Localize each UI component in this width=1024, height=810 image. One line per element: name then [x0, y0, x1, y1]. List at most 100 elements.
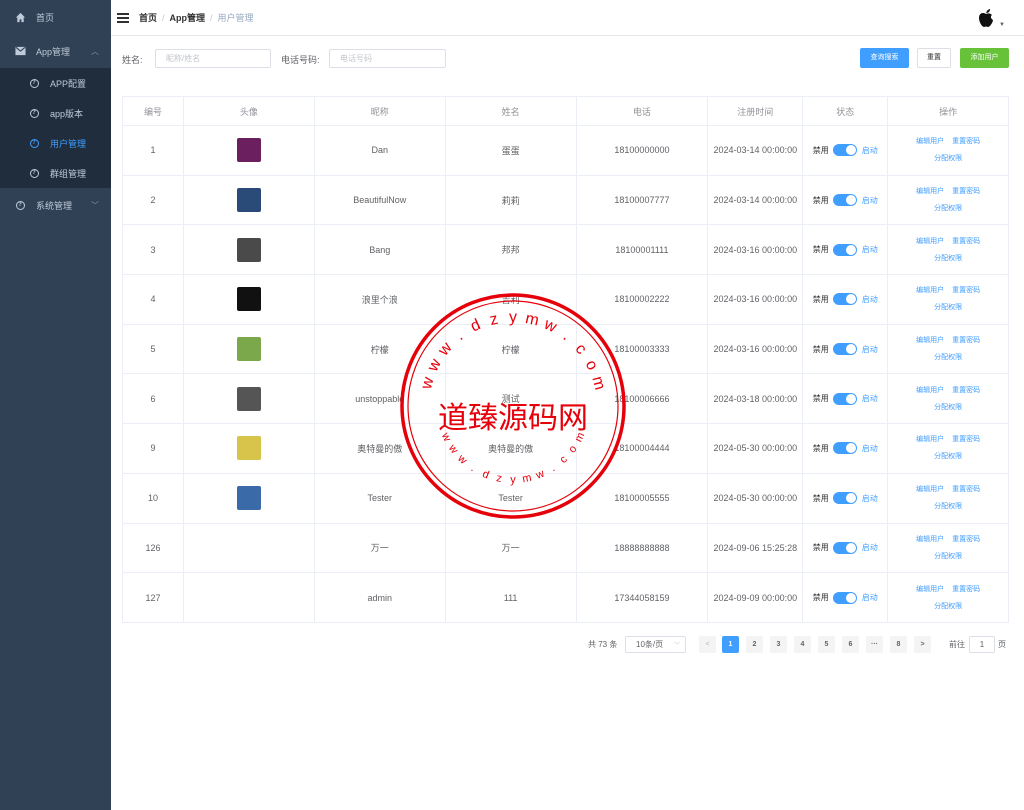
- edit-user-link[interactable]: 编辑用户: [916, 387, 944, 394]
- assign-permission-link[interactable]: 分配权限: [934, 200, 962, 217]
- name-search-input[interactable]: 昵称/姓名: [155, 49, 271, 68]
- row-actions: 编辑用户 重置密码分配权限: [912, 332, 984, 366]
- status-off-label[interactable]: 禁用: [813, 393, 829, 404]
- sidebar-item-app-version[interactable]: ? app版本: [0, 98, 111, 128]
- edit-user-link[interactable]: 编辑用户: [916, 586, 944, 593]
- page-button-6[interactable]: 6: [842, 636, 859, 653]
- cell-avatar: [183, 275, 315, 325]
- assign-permission-link[interactable]: 分配权限: [934, 349, 962, 366]
- status-off-label[interactable]: 禁用: [813, 493, 829, 504]
- status-off-label[interactable]: 禁用: [813, 244, 829, 255]
- phone-search-input[interactable]: 电话号码: [329, 49, 446, 68]
- breadcrumb-home[interactable]: 首页: [139, 11, 157, 24]
- assign-permission-link[interactable]: 分配权限: [934, 299, 962, 316]
- cell-name: Tester: [445, 473, 577, 524]
- status-on-label[interactable]: 启动: [862, 592, 878, 603]
- assign-permission-link[interactable]: 分配权限: [934, 548, 962, 565]
- prev-page-button[interactable]: <: [699, 636, 716, 653]
- assign-permission-link[interactable]: 分配权限: [934, 498, 962, 515]
- status-toggle[interactable]: [832, 392, 857, 405]
- status-toggle[interactable]: [832, 492, 857, 505]
- page-button-5[interactable]: 5: [818, 636, 835, 653]
- status-toggle[interactable]: [832, 144, 857, 157]
- status-off-label[interactable]: 禁用: [813, 443, 829, 454]
- reset-password-link[interactable]: 重置密码: [952, 486, 980, 493]
- edit-user-link[interactable]: 编辑用户: [916, 238, 944, 245]
- status-on-label[interactable]: 启动: [862, 493, 878, 504]
- status-toggle[interactable]: [832, 591, 857, 604]
- status-on-label[interactable]: 启动: [862, 443, 878, 454]
- page-size-select[interactable]: 10条/页 ﹀: [625, 636, 686, 653]
- edit-user-link[interactable]: 编辑用户: [916, 486, 944, 493]
- status-toggle[interactable]: [832, 541, 857, 554]
- status-toggle[interactable]: [832, 293, 857, 306]
- question-circle-icon: ?: [28, 107, 40, 119]
- edit-user-link[interactable]: 编辑用户: [916, 138, 944, 145]
- status-on-label[interactable]: 启动: [862, 294, 878, 305]
- assign-permission-link[interactable]: 分配权限: [934, 399, 962, 416]
- edit-user-link[interactable]: 编辑用户: [916, 188, 944, 195]
- page-button-4[interactable]: 4: [794, 636, 811, 653]
- sidebar-item-home[interactable]: 首页: [0, 0, 111, 34]
- sidebar-item-user-management[interactable]: ? 用户管理: [0, 128, 111, 158]
- sidebar-item-app-management[interactable]: App管理 ︿: [0, 34, 111, 68]
- sidebar-item-group-management[interactable]: ? 群组管理: [0, 158, 111, 188]
- page-button-3[interactable]: 3: [770, 636, 787, 653]
- status-off-label[interactable]: 禁用: [813, 145, 829, 156]
- status-off-label[interactable]: 禁用: [813, 294, 829, 305]
- status-toggle[interactable]: [832, 243, 857, 256]
- reset-password-link[interactable]: 重置密码: [952, 387, 980, 394]
- status-on-label[interactable]: 启动: [862, 542, 878, 553]
- status-off-label[interactable]: 禁用: [813, 542, 829, 553]
- status-toggle[interactable]: [832, 442, 857, 455]
- add-user-button[interactable]: 添加用户: [960, 48, 1009, 68]
- status-on-label[interactable]: 启动: [862, 145, 878, 156]
- reset-password-link[interactable]: 重置密码: [952, 238, 980, 245]
- status-off-label[interactable]: 禁用: [813, 344, 829, 355]
- status-off-label[interactable]: 禁用: [813, 592, 829, 603]
- edit-user-link[interactable]: 编辑用户: [916, 337, 944, 344]
- reset-password-link[interactable]: 重置密码: [952, 536, 980, 543]
- goto-page-input[interactable]: 1: [969, 636, 995, 653]
- search-button[interactable]: 查询搜索: [860, 48, 909, 68]
- next-page-button[interactable]: >: [914, 636, 931, 653]
- edit-user-link[interactable]: 编辑用户: [916, 287, 944, 294]
- hamburger-icon[interactable]: [117, 12, 129, 23]
- cell-status: 禁用 启动: [803, 126, 889, 176]
- cell-status: 禁用 启动: [803, 175, 889, 226]
- caret-down-icon[interactable]: ▼: [999, 22, 1005, 28]
- cell-register-time: 2024-03-14 00:00:00: [708, 126, 804, 176]
- status-toggle[interactable]: [832, 343, 857, 356]
- assign-permission-link[interactable]: 分配权限: [934, 150, 962, 167]
- status-off-label[interactable]: 禁用: [813, 195, 829, 206]
- status-on-label[interactable]: 启动: [862, 195, 878, 206]
- assign-permission-link[interactable]: 分配权限: [934, 448, 962, 465]
- sidebar-item-system-management[interactable]: ? 系统管理 ﹀: [0, 188, 111, 222]
- status-toggle[interactable]: [832, 194, 857, 207]
- reset-password-link[interactable]: 重置密码: [952, 436, 980, 443]
- status-on-label[interactable]: 启动: [862, 344, 878, 355]
- question-circle-icon: ?: [28, 77, 40, 89]
- reset-password-link[interactable]: 重置密码: [952, 586, 980, 593]
- page-button-2[interactable]: 2: [746, 636, 763, 653]
- assign-permission-link[interactable]: 分配权限: [934, 598, 962, 615]
- cell-status: 禁用 启动: [803, 374, 889, 425]
- avatar[interactable]: [977, 8, 997, 28]
- sidebar-item-app-config[interactable]: ? APP配置: [0, 68, 111, 98]
- page-button-8[interactable]: 8: [890, 636, 907, 653]
- cell-nickname: Dan: [314, 126, 446, 176]
- breadcrumb-app-management[interactable]: App管理: [170, 11, 206, 24]
- edit-user-link[interactable]: 编辑用户: [916, 536, 944, 543]
- reset-password-link[interactable]: 重置密码: [952, 337, 980, 344]
- page-button-1[interactable]: 1: [722, 636, 739, 653]
- reset-password-link[interactable]: 重置密码: [952, 188, 980, 195]
- assign-permission-link[interactable]: 分配权限: [934, 250, 962, 267]
- edit-user-link[interactable]: 编辑用户: [916, 436, 944, 443]
- reset-password-link[interactable]: 重置密码: [952, 138, 980, 145]
- reset-password-link[interactable]: 重置密码: [952, 287, 980, 294]
- status-on-label[interactable]: 启动: [862, 393, 878, 404]
- sidebar-item-label: 群组管理: [50, 168, 87, 179]
- reset-button[interactable]: 重置: [917, 48, 951, 68]
- status-on-label[interactable]: 启动: [862, 244, 878, 255]
- page-ellipsis-button[interactable]: ···: [866, 636, 883, 653]
